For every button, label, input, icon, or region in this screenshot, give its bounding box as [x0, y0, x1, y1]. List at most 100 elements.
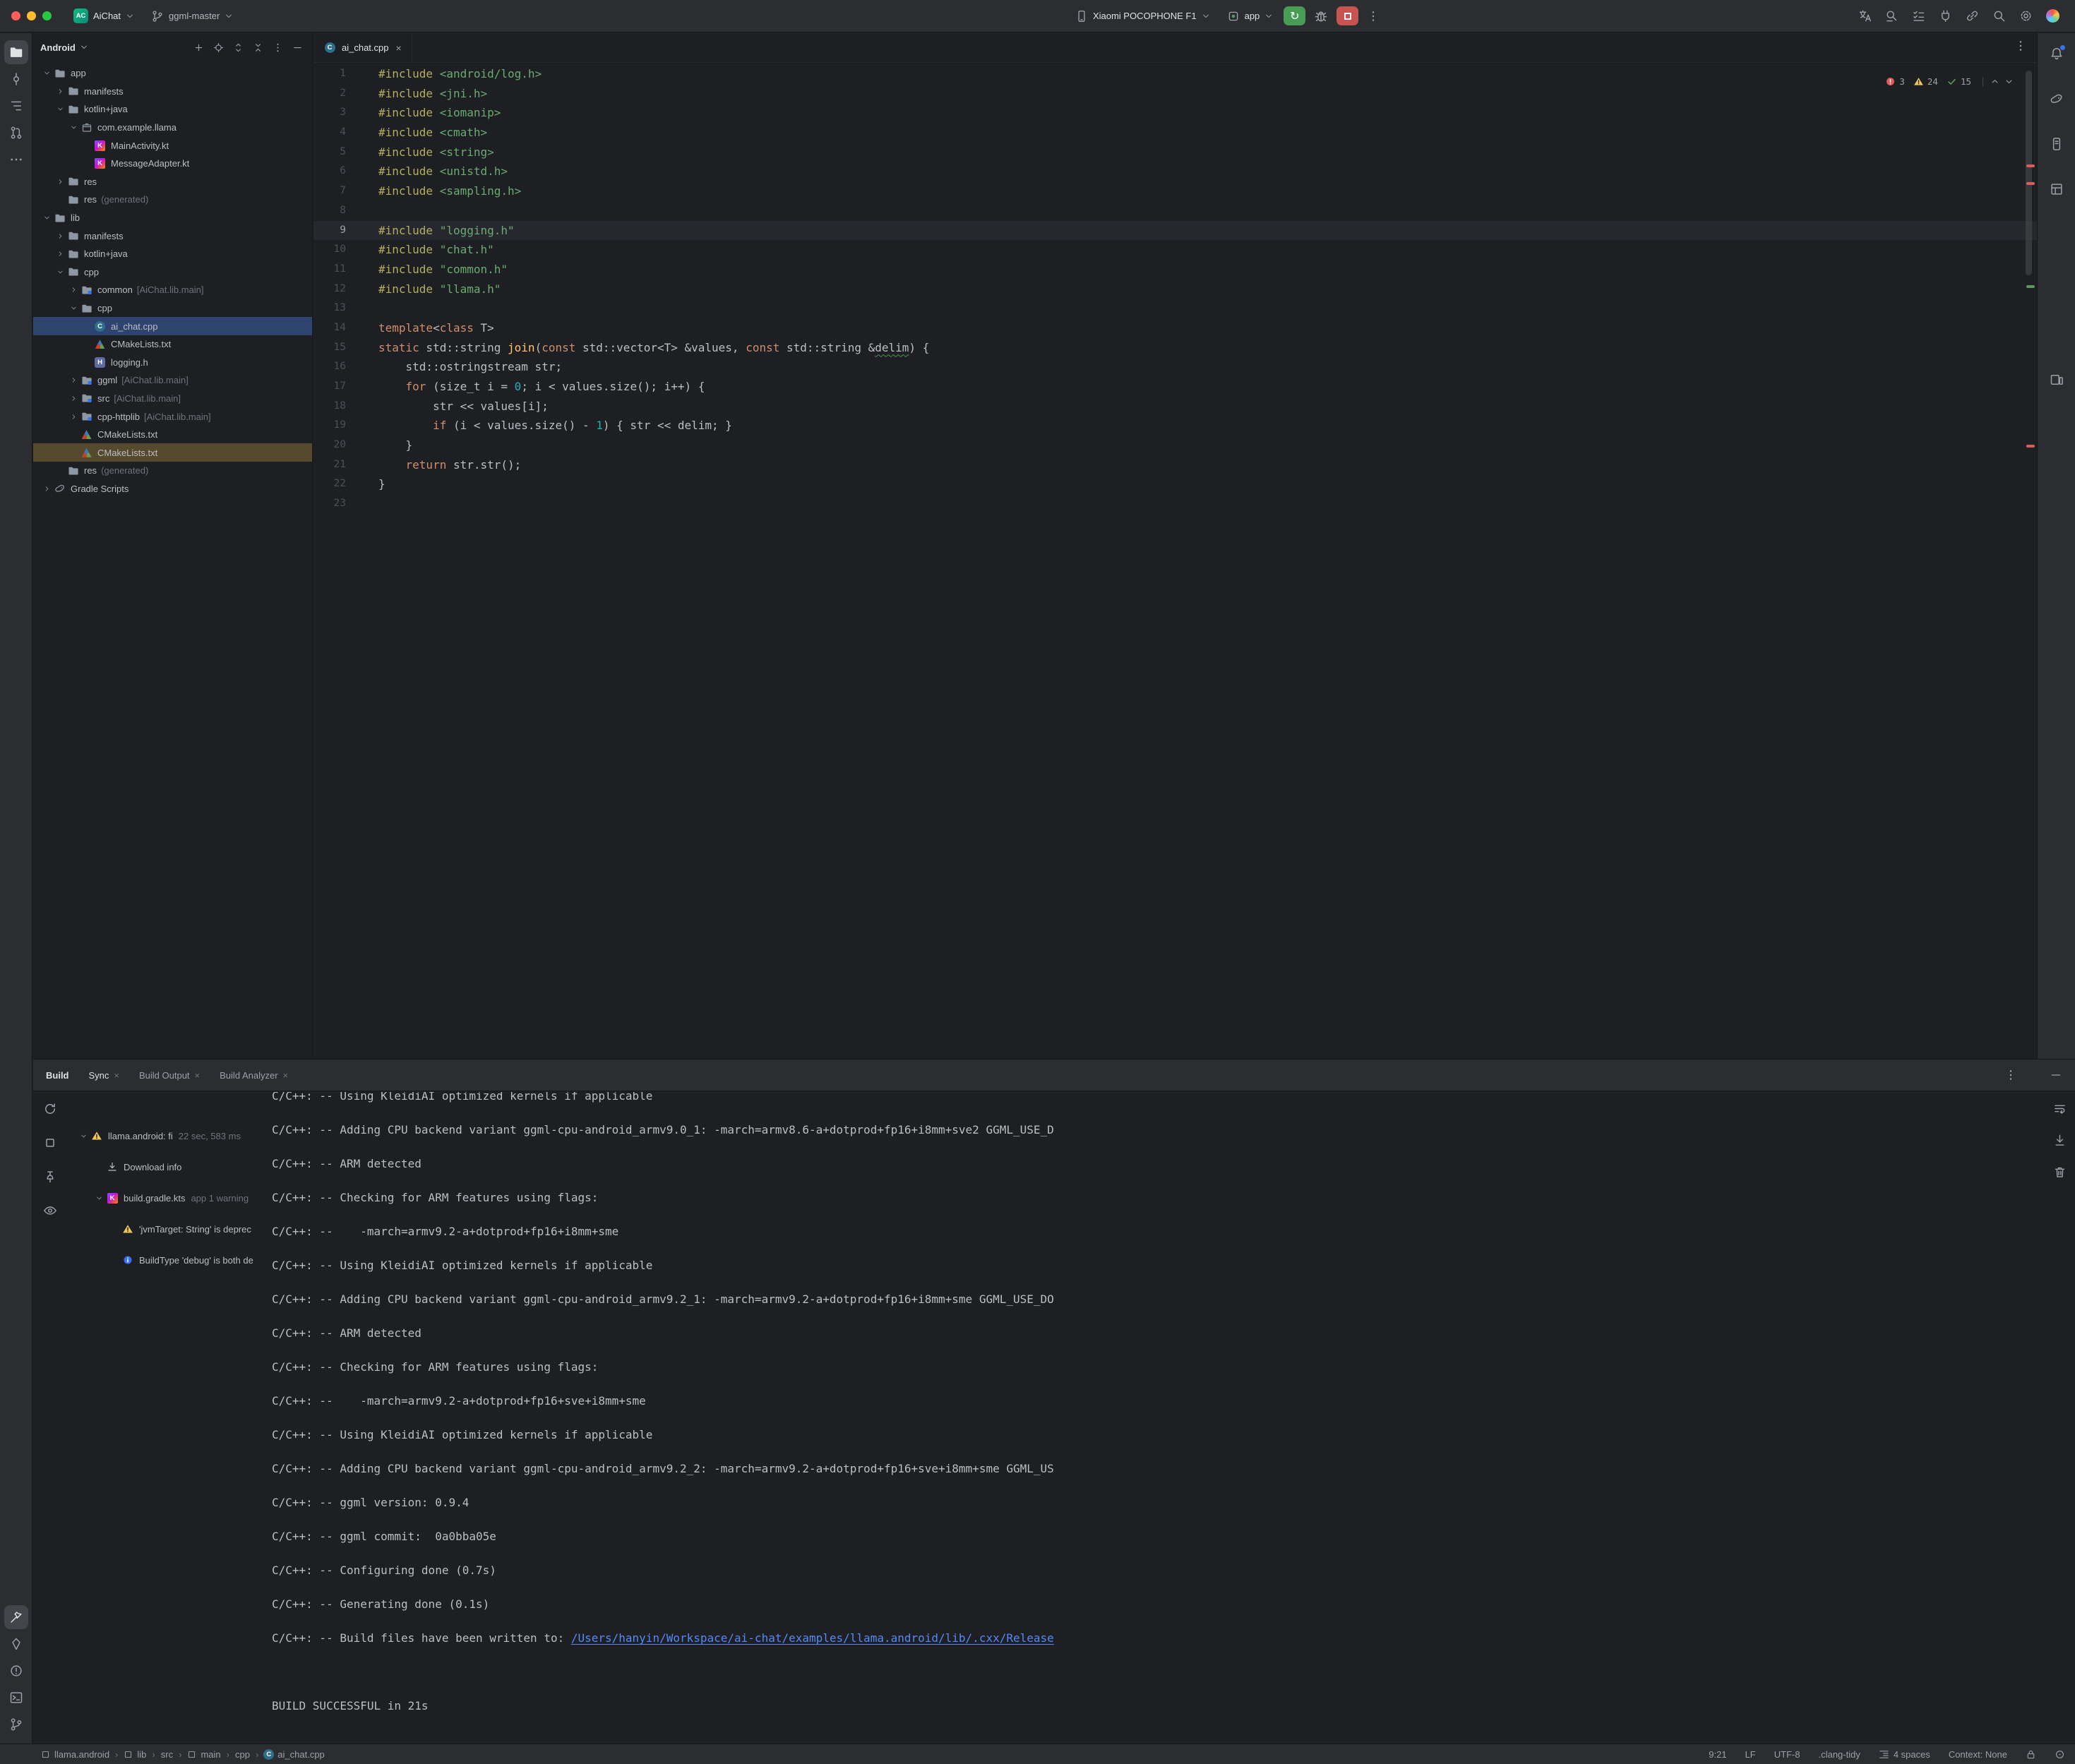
- editor-tab-ai-chat-cpp[interactable]: C ai_chat.cpp ×: [313, 33, 412, 63]
- editor-options-icon[interactable]: [2014, 40, 2027, 52]
- locate-file-icon[interactable]: [210, 40, 226, 55]
- find-icon[interactable]: [1883, 8, 1900, 25]
- device-explorer-icon[interactable]: [2045, 132, 2069, 156]
- rerun-app-button[interactable]: ↻: [1284, 6, 1305, 25]
- stripe-mark[interactable]: [2026, 182, 2035, 185]
- status-caret-position[interactable]: 9:21: [1709, 1749, 1726, 1760]
- tree-item-kotlin-java[interactable]: kotlin+java: [33, 100, 312, 119]
- chevron-right-icon[interactable]: [67, 284, 80, 296]
- stripe-mark[interactable]: [2026, 285, 2035, 288]
- prev-issue-icon[interactable]: [1990, 76, 2000, 87]
- chevron-right-icon[interactable]: [67, 411, 80, 422]
- chevron-down-icon[interactable]: [40, 212, 53, 224]
- translate-icon[interactable]: [1856, 8, 1873, 25]
- commit-icon[interactable]: [4, 67, 28, 91]
- tree-item-com-example-llama[interactable]: com.example.llama: [33, 119, 312, 137]
- plugins-icon[interactable]: [1937, 8, 1954, 25]
- next-issue-icon[interactable]: [2004, 76, 2014, 87]
- chevron-down-icon[interactable]: [80, 43, 88, 52]
- clear-icon[interactable]: [2053, 1165, 2067, 1179]
- terminal-icon[interactable]: [4, 1686, 28, 1710]
- code-area[interactable]: 1#include <android/log.h>2#include <jni.…: [313, 63, 2037, 1058]
- todo-icon[interactable]: [1910, 8, 1927, 25]
- run-config-selector[interactable]: app: [1221, 6, 1280, 26]
- vcs-branch-widget[interactable]: ggml-master: [145, 6, 239, 26]
- chevron-down-icon[interactable]: [67, 303, 80, 314]
- build-tool-icon[interactable]: [4, 1605, 28, 1629]
- chevron-right-icon[interactable]: [54, 85, 66, 97]
- tree-item-ai-chat-cpp[interactable]: Cai_chat.cpp: [33, 317, 312, 335]
- tree-item-messageadapter-kt[interactable]: KMessageAdapter.kt: [33, 155, 312, 173]
- build-tree-item-llama-android-fi[interactable]: llama.android: fi22 sec, 583 ms: [67, 1120, 266, 1151]
- scroll-to-end-icon[interactable]: [2053, 1134, 2067, 1147]
- chevron-right-icon[interactable]: [54, 230, 66, 241]
- search-everywhere-icon[interactable]: [1990, 8, 2007, 25]
- hide-build-panel-icon[interactable]: [2050, 1069, 2062, 1081]
- status-lock[interactable]: [2026, 1749, 2036, 1760]
- status-clang-tidy[interactable]: .clang-tidy: [1819, 1749, 1860, 1760]
- notifications-icon[interactable]: [2045, 42, 2069, 66]
- running-devices-icon[interactable]: [2045, 368, 2069, 392]
- tree-item-app[interactable]: app: [33, 64, 312, 83]
- status-line-ending[interactable]: LF: [1745, 1749, 1756, 1760]
- chevron-right-icon[interactable]: [54, 248, 66, 260]
- build-tree-item-buildtype-debug-is-both-de[interactable]: BuildType 'debug' is both de: [67, 1244, 266, 1276]
- problems-icon[interactable]: [4, 1659, 28, 1683]
- tree-item-cpp[interactable]: cpp: [33, 263, 312, 282]
- hide-panel-icon[interactable]: [289, 40, 305, 55]
- soft-wrap-icon[interactable]: [2053, 1102, 2067, 1115]
- build-console-wrap[interactable]: C/C++: -- Using KleidiAI optimized kerne…: [266, 1092, 2075, 1744]
- rerun-sync-icon[interactable]: [43, 1102, 57, 1116]
- stripe-mark[interactable]: [2026, 445, 2035, 448]
- breadcrumb-lib[interactable]: lib: [124, 1749, 146, 1760]
- minimize-window-button[interactable]: [27, 11, 36, 20]
- build-tree-item-jvmtarget-string-is-deprec[interactable]: 'jvmTarget: String' is deprec: [67, 1213, 266, 1244]
- breadcrumb-llama-android[interactable]: llama.android: [41, 1749, 109, 1760]
- build-options-icon[interactable]: [2004, 1069, 2017, 1081]
- chevron-right-icon[interactable]: [40, 483, 53, 494]
- tab-sync[interactable]: Sync×: [89, 1070, 120, 1081]
- inspections-widget[interactable]: 3 24 15: [1881, 70, 2019, 94]
- breadcrumb-main[interactable]: main: [187, 1749, 220, 1760]
- panel-options-icon[interactable]: [270, 40, 285, 55]
- gradle-icon[interactable]: [2045, 87, 2069, 111]
- tree-item-manifests[interactable]: manifests: [33, 83, 312, 101]
- tree-item-lib[interactable]: lib: [33, 209, 312, 227]
- share-icon[interactable]: [1963, 8, 1980, 25]
- add-icon[interactable]: [191, 40, 206, 55]
- tab-build-analyzer[interactable]: Build Analyzer×: [220, 1070, 288, 1081]
- tree-item-logging-h[interactable]: Hlogging.h: [33, 354, 312, 372]
- build-tree-item-download-info[interactable]: Download info: [67, 1151, 266, 1182]
- tab-build-output[interactable]: Build Output×: [139, 1070, 200, 1081]
- app-insights-icon[interactable]: [4, 1632, 28, 1656]
- expand-all-icon[interactable]: [230, 40, 246, 55]
- device-selector[interactable]: Xiaomi POCOPHONE F1: [1069, 6, 1216, 26]
- status-encoding[interactable]: UTF-8: [1774, 1749, 1800, 1760]
- tree-item-res[interactable]: res(generated): [33, 191, 312, 209]
- editor-scrollbar[interactable]: [2026, 71, 2032, 275]
- project-view-mode[interactable]: Android: [40, 42, 76, 53]
- breadcrumb-cpp[interactable]: cpp: [235, 1749, 250, 1760]
- chevron-right-icon[interactable]: [67, 392, 80, 404]
- build-output-link[interactable]: /Users/hanyin/Workspace/ai-chat/examples…: [571, 1631, 1054, 1645]
- chevron-down-icon[interactable]: [40, 68, 53, 79]
- more-actions-icon[interactable]: [1367, 10, 1380, 23]
- chevron-down-icon[interactable]: [67, 122, 80, 133]
- debug-icon[interactable]: [1314, 9, 1328, 23]
- status-highlight-level[interactable]: [2055, 1749, 2065, 1760]
- more-tools-icon[interactable]: [4, 148, 28, 172]
- stop-build-icon[interactable]: [43, 1136, 57, 1150]
- chevron-down-icon[interactable]: [54, 266, 66, 277]
- tree-item-res[interactable]: res(generated): [33, 462, 312, 480]
- close-icon[interactable]: ×: [283, 1070, 289, 1081]
- status-indent[interactable]: 4 spaces: [1879, 1749, 1930, 1760]
- zoom-window-button[interactable]: [42, 11, 52, 20]
- settings-icon[interactable]: [2017, 8, 2034, 25]
- version-control-icon[interactable]: [4, 1712, 28, 1736]
- tree-item-manifests[interactable]: manifests: [33, 227, 312, 245]
- preview-icon[interactable]: [43, 1204, 57, 1218]
- close-icon[interactable]: ×: [114, 1070, 119, 1081]
- tree-item-res[interactable]: res: [33, 173, 312, 191]
- tree-item-cpp-httplib[interactable]: cpp-httplib[AiChat.lib.main]: [33, 407, 312, 426]
- tree-item-cpp[interactable]: cpp: [33, 299, 312, 318]
